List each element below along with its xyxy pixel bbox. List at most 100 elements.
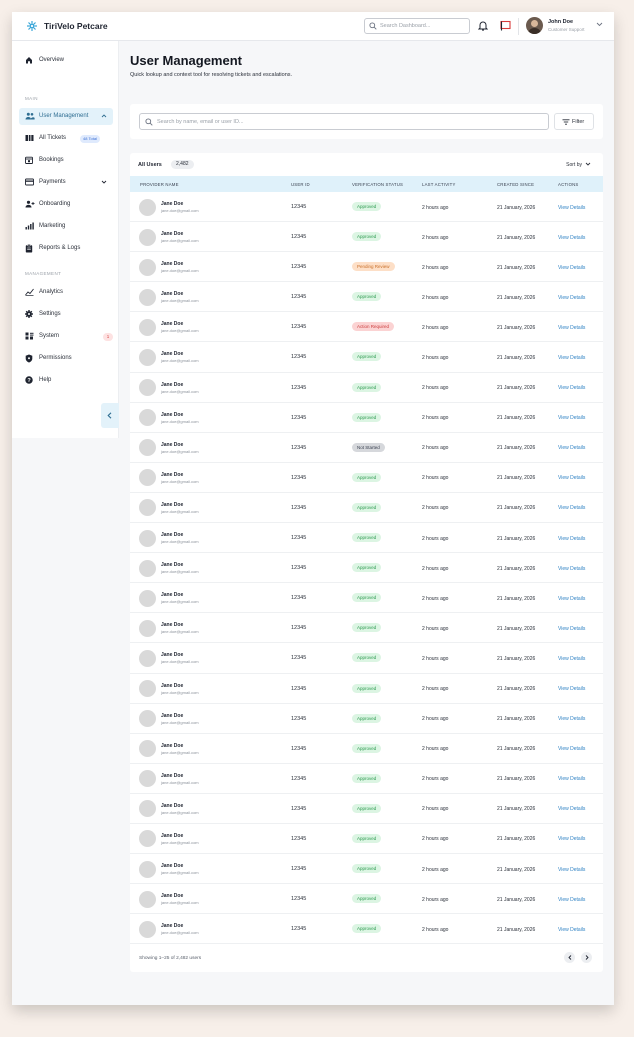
status-badge: Approved [352,202,382,211]
view-details-link[interactable]: View Details [558,656,585,662]
user-id: 12345 [291,835,307,842]
avatar [139,920,156,938]
created-since: 21 January, 2026 [497,264,536,271]
avatar [139,379,156,397]
sidebar-item-overview[interactable]: Overview [19,52,113,69]
created-since: 21 January, 2026 [497,686,536,692]
bell-icon[interactable] [478,20,488,31]
ticket-count-badge: 48 Total [80,134,100,143]
user-search-input[interactable]: Search by name, email or user ID... [139,113,549,130]
shield-icon [25,354,33,363]
bar-chart-icon [25,222,34,230]
view-details-link[interactable]: View Details [558,265,585,271]
view-details-link[interactable]: View Details [558,566,585,572]
view-details-link[interactable]: View Details [558,505,585,511]
filter-button[interactable]: Filter [554,113,594,130]
table-row: Jane Doe jane.doe@gmail.com 12345 Approved 2… [130,282,603,313]
provider-name: Jane Doe [161,562,184,569]
provider-email: jane.doe@gmail.com [161,599,199,605]
avatar [139,318,156,336]
avatar[interactable] [526,17,543,34]
view-details-link[interactable]: View Details [558,746,585,752]
last-activity: 2 hours ago [422,445,449,452]
user-id: 12345 [291,354,307,361]
last-activity: 2 hours ago [422,385,449,392]
chevron-right-icon [585,955,589,960]
provider-name: Jane Doe [161,261,184,268]
clipboard-icon [25,244,33,253]
provider-name: Jane Doe [161,682,184,689]
view-details-link[interactable]: View Details [558,475,585,481]
column-header: CREATED SINCE [497,182,535,187]
dashboard-search-input[interactable]: Search Dashboard... [364,18,470,34]
avatar [139,348,156,366]
table-row: Jane Doe jane.doe@gmail.com 12345 Approved 2… [130,523,603,554]
provider-email: jane.doe@gmail.com [161,208,199,213]
view-details-link[interactable]: View Details [558,806,585,812]
avatar [139,198,156,216]
avatar [139,258,156,276]
flag-icon[interactable] [500,20,511,31]
sidebar-item-user-management[interactable]: User Management [19,108,113,125]
app-window: TiriVelo Petcare Search Dashboard... Joh… [12,12,614,1005]
created-since: 21 January, 2026 [497,415,536,422]
last-activity: 2 hours ago [422,234,449,241]
view-details-link[interactable]: View Details [558,205,585,211]
sort-by-button[interactable]: Sort by [566,162,582,168]
sidebar-item-bookings[interactable]: Bookings [19,152,113,169]
view-details-link[interactable]: View Details [558,836,585,842]
created-since: 21 January, 2026 [497,716,536,723]
user-id: 12345 [291,625,307,632]
table-row: Jane Doe jane.doe@gmail.com 12345 Approved 2… [130,222,603,253]
status-badge: Approved [352,502,382,512]
user-id: 12345 [291,685,307,692]
view-details-link[interactable]: View Details [558,235,585,241]
chevron-down-icon[interactable] [585,162,591,166]
view-details-link[interactable]: View Details [558,445,585,451]
sidebar-item-marketing[interactable]: Marketing [19,218,113,235]
prev-page-button[interactable] [564,952,575,963]
view-details-link[interactable]: View Details [558,355,585,361]
status-badge: Not Started [352,442,385,452]
created-since: 21 January, 2026 [497,565,536,572]
view-details-link[interactable]: View Details [558,897,585,903]
view-details-link[interactable]: View Details [558,626,585,632]
view-details-link[interactable]: View Details [558,686,585,692]
sidebar-item-analytics[interactable]: Analytics [19,284,113,301]
created-since: 21 January, 2026 [497,806,536,813]
view-details-link[interactable]: View Details [558,596,585,602]
next-page-button[interactable] [581,952,592,963]
view-details-link[interactable]: View Details [558,776,585,782]
view-details-link[interactable]: View Details [558,716,585,722]
view-details-link[interactable]: View Details [558,325,585,331]
sidebar-item-help[interactable]: ? Help [19,372,113,389]
user-id: 12345 [291,535,307,542]
provider-name: Jane Doe [161,201,184,207]
provider-email: jane.doe@gmail.com [161,508,199,514]
view-details-link[interactable]: View Details [558,927,585,933]
sidebar-item-permissions[interactable]: Permissions [19,350,113,367]
sidebar-item-payments[interactable]: Payments [19,174,113,191]
sidebar-item-settings[interactable]: Settings [19,306,113,323]
view-details-link[interactable]: View Details [558,415,585,421]
view-details-link[interactable]: View Details [558,867,585,873]
view-details-link[interactable]: View Details [558,385,585,391]
tab-all-users[interactable]: All Users [138,162,162,168]
status-badge: Approved [352,773,382,783]
sidebar-item-system[interactable]: System 1 [19,328,113,345]
sidebar-item-onboarding[interactable]: Onboarding [19,196,113,213]
chevron-down-icon[interactable] [596,22,603,27]
sidebar-item-all-tickets[interactable]: All Tickets 48 Total [19,130,113,147]
provider-email: jane.doe@gmail.com [161,629,199,635]
user-plus-icon [25,200,35,208]
top-bar: TiriVelo Petcare Search Dashboard... Joh… [12,12,614,41]
provider-name: Jane Doe [161,501,184,508]
sidebar-item-reports-logs[interactable]: Reports & Logs [19,240,113,257]
filter-label: Filter [572,119,585,125]
view-details-link[interactable]: View Details [558,536,585,542]
collapse-sidebar-button[interactable] [101,403,119,428]
provider-email: jane.doe@gmail.com [161,268,199,274]
created-since: 21 January, 2026 [497,896,536,903]
view-details-link[interactable]: View Details [558,295,585,301]
avatar [139,710,156,728]
